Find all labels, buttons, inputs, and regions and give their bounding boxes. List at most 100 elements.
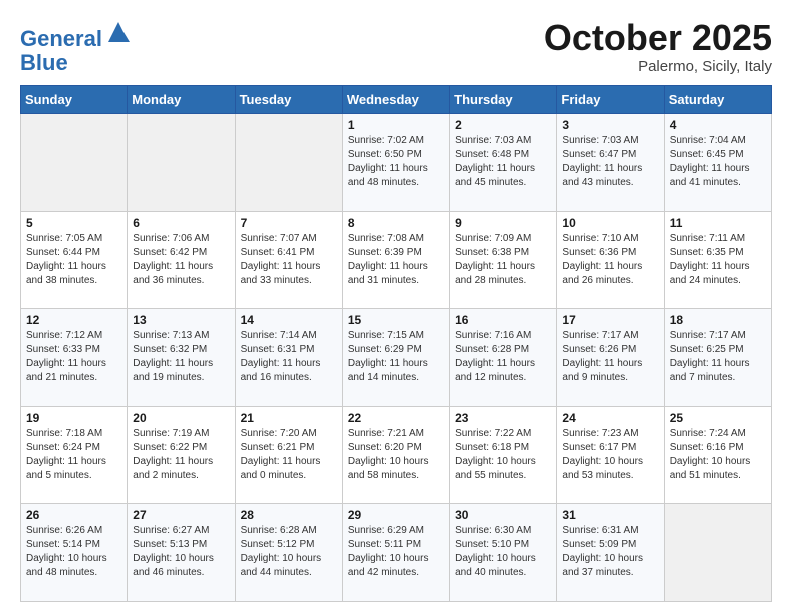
calendar-cell: 24 Sunrise: 7:23 AM Sunset: 6:17 PM Dayli… xyxy=(557,406,664,504)
calendar-cell: 26Sunrise: 6:26 AM Sunset: 5:14 PM Dayli… xyxy=(21,504,128,602)
col-friday: Friday xyxy=(557,86,664,114)
day-info: Sunrise: 7:03 AM Sunset: 6:48 PM Dayligh… xyxy=(455,134,551,190)
day-info: Sunrise: 7:05 AM Sunset: 6:44 PM Dayligh… xyxy=(26,232,122,288)
calendar-cell: 5 Sunrise: 7:05 AM Sunset: 6:44 PM Daylig… xyxy=(21,211,128,309)
day-number: 24 xyxy=(562,411,658,425)
day-number: 4 xyxy=(670,118,766,132)
day-info: Sunrise: 7:17 AM Sunset: 6:26 PM Dayligh… xyxy=(562,329,658,385)
calendar-cell: 19Sunrise: 7:18 AM Sunset: 6:24 PM Dayli… xyxy=(21,406,128,504)
day-info: Sunrise: 7:23 AM Sunset: 6:17 PM Dayligh… xyxy=(562,427,658,483)
calendar-cell: 20 Sunrise: 7:19 AM Sunset: 6:22 PM Dayli… xyxy=(128,406,235,504)
logo-text: General xyxy=(20,18,132,51)
calendar-header: Sunday Monday Tuesday Wednesday Thursday… xyxy=(21,86,772,114)
logo-blue: Blue xyxy=(20,51,132,75)
calendar-body: 1 Sunrise: 7:02 AM Sunset: 6:50 PM Daylig… xyxy=(21,114,772,602)
day-number: 31 xyxy=(562,508,658,522)
day-number: 1 xyxy=(348,118,444,132)
day-number: 8 xyxy=(348,216,444,230)
calendar-week-3: 12Sunrise: 7:12 AM Sunset: 6:33 PM Dayli… xyxy=(21,309,772,407)
day-info: Sunrise: 7:14 AM Sunset: 6:31 PM Dayligh… xyxy=(241,329,337,385)
col-sunday: Sunday xyxy=(21,86,128,114)
day-number: 12 xyxy=(26,313,122,327)
day-number: 5 xyxy=(26,216,122,230)
day-info: Sunrise: 7:09 AM Sunset: 6:38 PM Dayligh… xyxy=(455,232,551,288)
day-info: Sunrise: 7:04 AM Sunset: 6:45 PM Dayligh… xyxy=(670,134,766,190)
calendar-cell: 28 Sunrise: 6:28 AM Sunset: 5:12 PM Dayli… xyxy=(235,504,342,602)
day-info: Sunrise: 7:20 AM Sunset: 6:21 PM Dayligh… xyxy=(241,427,337,483)
day-number: 18 xyxy=(670,313,766,327)
day-number: 22 xyxy=(348,411,444,425)
col-wednesday: Wednesday xyxy=(342,86,449,114)
header: General Blue October 2025 Palermo, Sicil… xyxy=(20,18,772,75)
col-saturday: Saturday xyxy=(664,86,771,114)
day-number: 21 xyxy=(241,411,337,425)
calendar-cell: 31 Sunrise: 6:31 AM Sunset: 5:09 PM Dayli… xyxy=(557,504,664,602)
day-info: Sunrise: 6:31 AM Sunset: 5:09 PM Dayligh… xyxy=(562,524,658,580)
day-number: 6 xyxy=(133,216,229,230)
day-number: 17 xyxy=(562,313,658,327)
logo-general: General xyxy=(20,26,102,51)
calendar-cell: 17 Sunrise: 7:17 AM Sunset: 6:26 PM Dayli… xyxy=(557,309,664,407)
day-info: Sunrise: 7:17 AM Sunset: 6:25 PM Dayligh… xyxy=(670,329,766,385)
day-number: 13 xyxy=(133,313,229,327)
calendar-week-2: 5 Sunrise: 7:05 AM Sunset: 6:44 PM Daylig… xyxy=(21,211,772,309)
calendar-cell: 11Sunrise: 7:11 AM Sunset: 6:35 PM Dayli… xyxy=(664,211,771,309)
day-info: Sunrise: 6:30 AM Sunset: 5:10 PM Dayligh… xyxy=(455,524,551,580)
day-info: Sunrise: 7:21 AM Sunset: 6:20 PM Dayligh… xyxy=(348,427,444,483)
day-number: 28 xyxy=(241,508,337,522)
day-info: Sunrise: 7:10 AM Sunset: 6:36 PM Dayligh… xyxy=(562,232,658,288)
calendar-cell: 7 Sunrise: 7:07 AM Sunset: 6:41 PM Daylig… xyxy=(235,211,342,309)
calendar-subtitle: Palermo, Sicily, Italy xyxy=(544,58,772,75)
day-info: Sunrise: 7:19 AM Sunset: 6:22 PM Dayligh… xyxy=(133,427,229,483)
calendar-cell: 6 Sunrise: 7:06 AM Sunset: 6:42 PM Daylig… xyxy=(128,211,235,309)
day-number: 30 xyxy=(455,508,551,522)
day-number: 16 xyxy=(455,313,551,327)
day-info: Sunrise: 7:08 AM Sunset: 6:39 PM Dayligh… xyxy=(348,232,444,288)
day-info: Sunrise: 7:15 AM Sunset: 6:29 PM Dayligh… xyxy=(348,329,444,385)
day-info: Sunrise: 7:18 AM Sunset: 6:24 PM Dayligh… xyxy=(26,427,122,483)
day-info: Sunrise: 6:29 AM Sunset: 5:11 PM Dayligh… xyxy=(348,524,444,580)
calendar-cell: 3 Sunrise: 7:03 AM Sunset: 6:47 PM Daylig… xyxy=(557,114,664,212)
day-number: 23 xyxy=(455,411,551,425)
day-number: 11 xyxy=(670,216,766,230)
calendar-cell xyxy=(235,114,342,212)
day-info: Sunrise: 7:07 AM Sunset: 6:41 PM Dayligh… xyxy=(241,232,337,288)
day-number: 26 xyxy=(26,508,122,522)
calendar-week-5: 26Sunrise: 6:26 AM Sunset: 5:14 PM Dayli… xyxy=(21,504,772,602)
calendar-cell: 21 Sunrise: 7:20 AM Sunset: 6:21 PM Dayli… xyxy=(235,406,342,504)
day-number: 10 xyxy=(562,216,658,230)
day-number: 9 xyxy=(455,216,551,230)
day-number: 7 xyxy=(241,216,337,230)
calendar-cell: 10 Sunrise: 7:10 AM Sunset: 6:36 PM Dayli… xyxy=(557,211,664,309)
day-number: 14 xyxy=(241,313,337,327)
logo: General Blue xyxy=(20,18,132,75)
calendar-week-4: 19Sunrise: 7:18 AM Sunset: 6:24 PM Dayli… xyxy=(21,406,772,504)
calendar-cell xyxy=(664,504,771,602)
day-info: Sunrise: 7:24 AM Sunset: 6:16 PM Dayligh… xyxy=(670,427,766,483)
calendar-cell: 14 Sunrise: 7:14 AM Sunset: 6:31 PM Dayli… xyxy=(235,309,342,407)
calendar-table: Sunday Monday Tuesday Wednesday Thursday… xyxy=(20,85,772,602)
day-info: Sunrise: 7:22 AM Sunset: 6:18 PM Dayligh… xyxy=(455,427,551,483)
calendar-cell: 18 Sunrise: 7:17 AM Sunset: 6:25 PM Dayli… xyxy=(664,309,771,407)
day-info: Sunrise: 7:06 AM Sunset: 6:42 PM Dayligh… xyxy=(133,232,229,288)
calendar-week-1: 1 Sunrise: 7:02 AM Sunset: 6:50 PM Daylig… xyxy=(21,114,772,212)
calendar-title: October 2025 xyxy=(544,18,772,58)
calendar-cell: 1 Sunrise: 7:02 AM Sunset: 6:50 PM Daylig… xyxy=(342,114,449,212)
calendar-cell: 29Sunrise: 6:29 AM Sunset: 5:11 PM Dayli… xyxy=(342,504,449,602)
calendar-cell: 12Sunrise: 7:12 AM Sunset: 6:33 PM Dayli… xyxy=(21,309,128,407)
day-number: 20 xyxy=(133,411,229,425)
day-number: 2 xyxy=(455,118,551,132)
day-info: Sunrise: 6:27 AM Sunset: 5:13 PM Dayligh… xyxy=(133,524,229,580)
day-info: Sunrise: 7:03 AM Sunset: 6:47 PM Dayligh… xyxy=(562,134,658,190)
day-info: Sunrise: 7:02 AM Sunset: 6:50 PM Dayligh… xyxy=(348,134,444,190)
calendar-cell: 9 Sunrise: 7:09 AM Sunset: 6:38 PM Daylig… xyxy=(450,211,557,309)
day-number: 27 xyxy=(133,508,229,522)
header-row: Sunday Monday Tuesday Wednesday Thursday… xyxy=(21,86,772,114)
title-block: October 2025 Palermo, Sicily, Italy xyxy=(544,18,772,75)
page: General Blue October 2025 Palermo, Sicil… xyxy=(0,0,792,612)
day-number: 15 xyxy=(348,313,444,327)
logo-icon xyxy=(104,18,132,46)
day-info: Sunrise: 6:28 AM Sunset: 5:12 PM Dayligh… xyxy=(241,524,337,580)
day-number: 3 xyxy=(562,118,658,132)
calendar-cell: 4 Sunrise: 7:04 AM Sunset: 6:45 PM Daylig… xyxy=(664,114,771,212)
